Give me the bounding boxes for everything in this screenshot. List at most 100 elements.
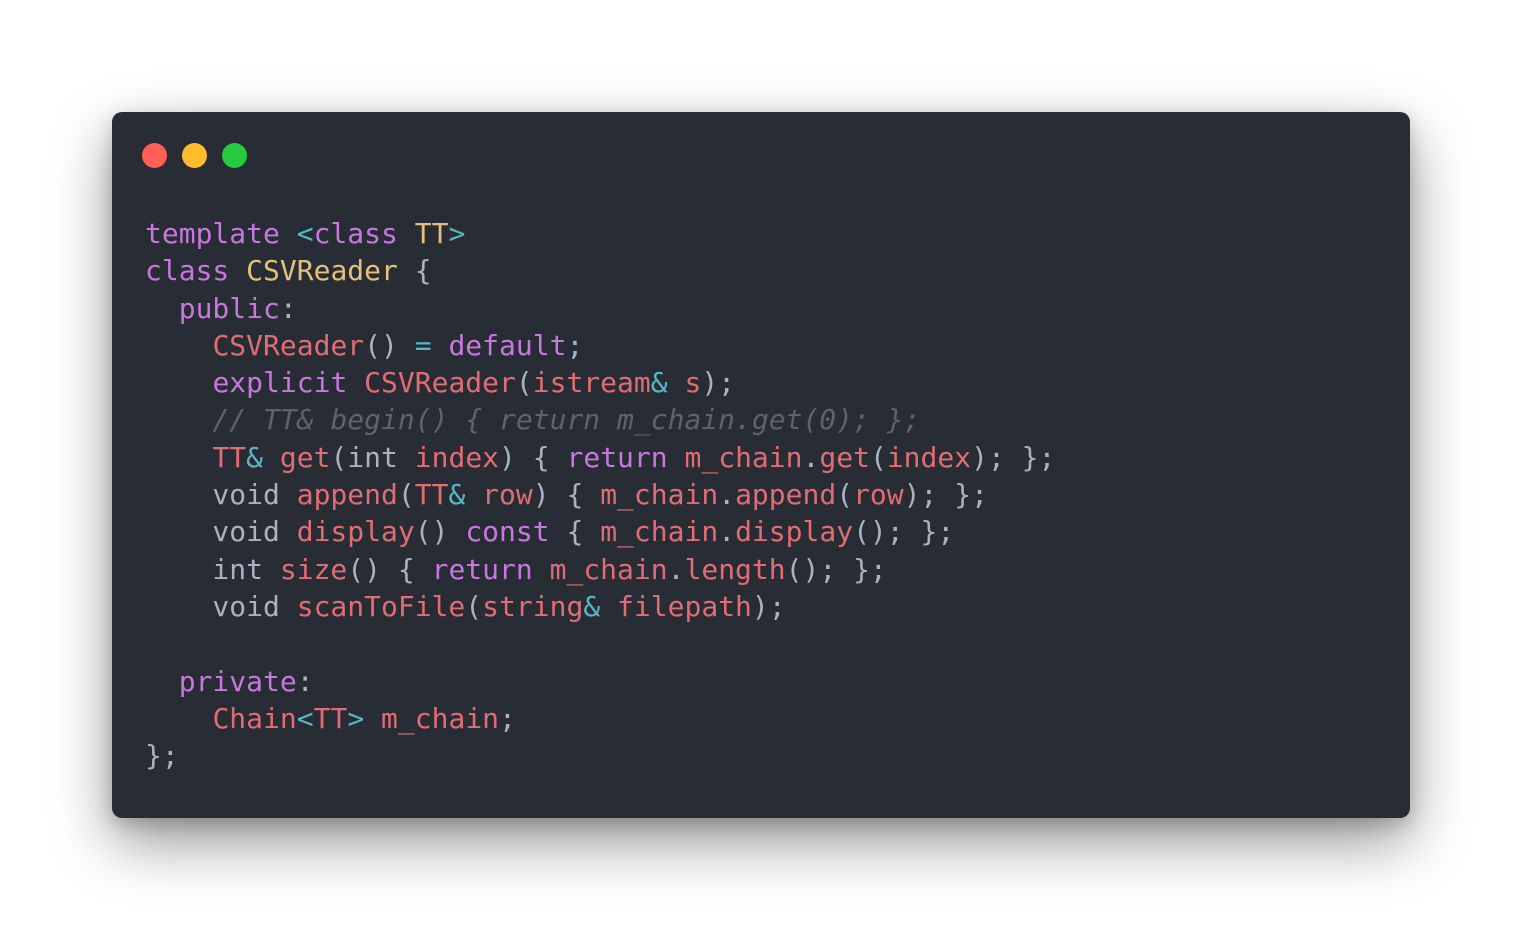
code-token-punctuation	[668, 441, 685, 474]
code-token-identifier: display	[735, 515, 854, 549]
code-token-punctuation	[347, 366, 364, 399]
code-token-punctuation	[600, 590, 617, 623]
code-token-identifier: TT	[313, 701, 348, 735]
code-token-identifier: size	[279, 552, 348, 586]
code-token-punctuation	[432, 329, 449, 362]
code-token-operator: &	[583, 589, 601, 623]
code-line: };	[145, 737, 1055, 774]
minimize-button[interactable]	[182, 143, 207, 168]
code-token-punctuation: );	[751, 589, 786, 623]
code-token-punctuation: ()	[364, 328, 415, 362]
code-token-punctuation: ); };	[903, 478, 988, 512]
code-token-identifier: s	[684, 366, 702, 400]
code-token-keyword: private	[178, 664, 297, 698]
code-token-identifier: append	[296, 478, 398, 512]
code-token-identifier: Chain	[212, 701, 297, 735]
code-token-operator: <	[296, 217, 314, 250]
code-token-keyword: public	[178, 291, 280, 325]
code-token-operator: <	[296, 701, 314, 735]
code-token-operator: &	[650, 366, 668, 400]
code-token-identifier: m_chain	[381, 701, 500, 735]
code-token-punctuation	[145, 665, 179, 698]
code-token-keyword: explicit	[212, 366, 348, 400]
code-token-punctuation: void	[145, 515, 297, 549]
code-token-identifier: index	[414, 440, 500, 474]
code-token-punctuation: ); };	[971, 440, 1056, 474]
code-line: class CSVReader {	[145, 252, 1055, 289]
code-line: void scanToFile(string& filepath);	[145, 588, 1055, 625]
code-line: template <class TT>	[145, 215, 1055, 252]
code-token-identifier: get	[279, 440, 331, 474]
code-window: template <class TT> class CSVReader { pub…	[112, 112, 1410, 818]
code-token-punctuation	[533, 553, 550, 586]
code-token-identifier: TT	[212, 440, 247, 474]
code-token-identifier: length	[684, 552, 786, 586]
code-token-punctuation: (); };	[785, 552, 887, 586]
code-line: CSVReader() = default;	[145, 327, 1055, 364]
code-token-punctuation: };	[145, 739, 179, 773]
code-token-punctuation: {	[549, 515, 601, 549]
code-line: void append(TT& row) { m_chain.append(ro…	[145, 476, 1055, 513]
code-token-punctuation	[145, 292, 179, 325]
code-token-keyword: const	[465, 515, 550, 549]
code-token-identifier: get	[819, 440, 870, 474]
code-token-punctuation	[465, 478, 482, 511]
code-line: explicit CSVReader(istream& s);	[145, 364, 1055, 401]
code-token-punctuation: );	[701, 366, 736, 400]
code-token-punctuation: (	[869, 440, 887, 474]
code-token-identifier: CSVReader	[364, 366, 516, 400]
code-token-identifier: scanToFile	[296, 589, 466, 623]
code-token-punctuation: :	[279, 291, 297, 325]
code-token-punctuation: :	[296, 664, 314, 698]
code-token-punctuation: (	[515, 366, 533, 400]
code-token-identifier: index	[886, 440, 972, 474]
code-token-type: TT	[414, 217, 449, 250]
code-token-keyword: template	[145, 217, 280, 250]
code-token-punctuation: ()	[414, 515, 466, 549]
code-token-identifier: m_chain	[549, 552, 668, 586]
code-token-punctuation: (int	[330, 440, 415, 474]
code-token-identifier: m_chain	[600, 478, 719, 512]
code-line: Chain<TT> m_chain;	[145, 700, 1055, 737]
code-token-identifier: TT	[414, 478, 449, 512]
code-token-operator: &	[448, 478, 466, 512]
code-token-identifier: append	[735, 478, 837, 512]
code-token-punctuation: void	[145, 589, 297, 623]
code-token-identifier: m_chain	[600, 515, 719, 549]
code-token-punctuation: .	[802, 440, 820, 474]
code-token-punctuation: ) {	[532, 478, 601, 512]
code-token-keyword: return	[431, 552, 533, 586]
code-token-operator: >	[448, 217, 466, 250]
code-token-punctuation: () {	[347, 552, 432, 586]
code-token-keyword: class	[145, 254, 230, 288]
close-button[interactable]	[142, 143, 167, 168]
code-token-punctuation	[229, 254, 246, 287]
code-line: private:	[145, 663, 1055, 700]
code-token-identifier: display	[296, 515, 415, 549]
code-token-type: CSVReader	[246, 254, 398, 288]
code-token-punctuation: ) {	[499, 440, 567, 474]
code-token-punctuation: .	[718, 478, 736, 512]
code-token-identifier: CSVReader	[212, 328, 365, 362]
code-token-identifier: row	[853, 478, 904, 512]
code-token-punctuation	[364, 702, 381, 735]
code-token-identifier: istream	[532, 366, 651, 400]
code-token-comment: // TT& begin() { return m_chain.get(0); …	[212, 403, 921, 437]
code-token-operator: =	[414, 328, 432, 362]
code-token-identifier: row	[482, 478, 533, 512]
code-line: void display() const { m_chain.display()…	[145, 513, 1055, 550]
zoom-button[interactable]	[222, 143, 247, 168]
code-token-punctuation: int	[145, 552, 280, 586]
code-token-identifier: m_chain	[684, 440, 803, 474]
code-token-punctuation	[145, 403, 212, 436]
code-token-punctuation: .	[667, 552, 685, 586]
code-token-punctuation: (	[836, 478, 854, 512]
code-token-keyword: default	[448, 328, 567, 362]
code-token-punctuation: {	[397, 254, 432, 288]
code-token-punctuation	[668, 366, 685, 399]
code-line: TT& get(int index) { return m_chain.get(…	[145, 439, 1055, 476]
code-token-punctuation	[145, 441, 212, 474]
code-token-punctuation: .	[718, 515, 736, 549]
code-token-keyword: return	[566, 440, 668, 474]
